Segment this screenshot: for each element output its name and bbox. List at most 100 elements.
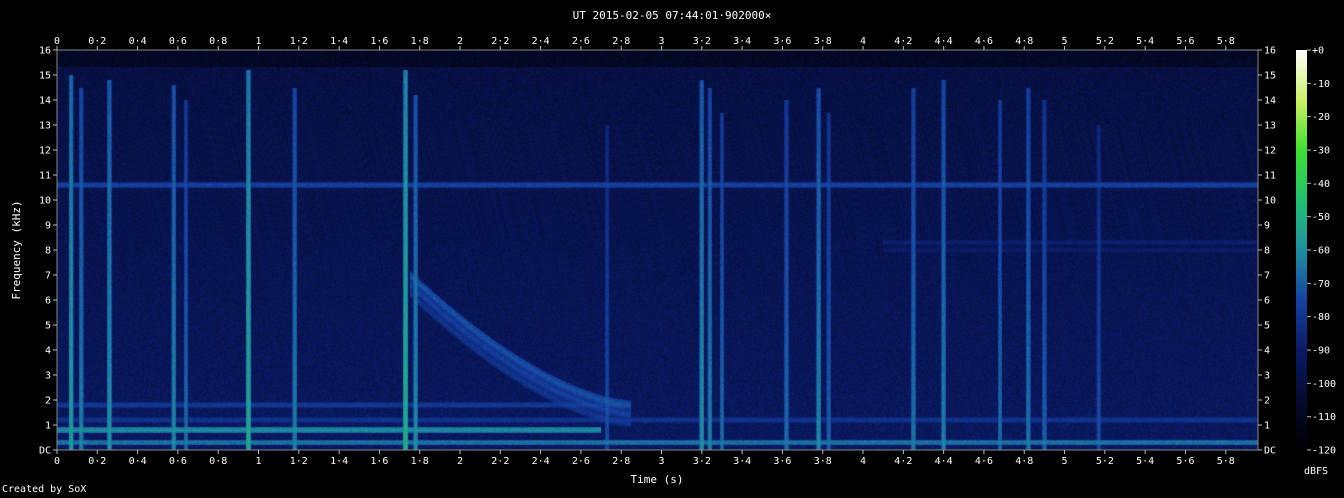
- x-tick-label-top: 5·2: [1096, 36, 1114, 47]
- x-tick-label-bottom: 4·4: [935, 456, 953, 467]
- colorbar-tick-label: -30: [1312, 146, 1330, 157]
- y-tick-label-left: 10: [39, 196, 51, 207]
- x-tick-label-bottom: 2·8: [612, 456, 630, 467]
- colorbar-tick-label: -80: [1312, 312, 1330, 323]
- y-axis-ticks-left: DC12345678910111213141516: [39, 46, 57, 457]
- spectrogram-figure: UT 2015-02-05 07:44:01·902000× 0 0 0·2 0·2 0…: [10, 9, 1336, 486]
- x-tick-label-bottom: 0·8: [209, 456, 227, 467]
- x-tick-label-bottom: 4·6: [975, 456, 993, 467]
- x-tick-label-bottom: 1·2: [290, 456, 308, 467]
- y-tick-label-left: 2: [45, 396, 51, 407]
- colorbar-tick-label: -90: [1312, 346, 1330, 357]
- colorbar-tick-label: -120: [1312, 446, 1336, 457]
- x-tick-label-top: 4·2: [894, 36, 912, 47]
- y-tick-label-left: 7: [45, 271, 51, 282]
- x-tick-label-top: 3·4: [733, 36, 751, 47]
- x-tick-label-top: 5·6: [1176, 36, 1194, 47]
- x-tick-label-top: 1·4: [330, 36, 348, 47]
- x-tick-label-top: 0·6: [169, 36, 187, 47]
- x-tick-label-top: 1·2: [290, 36, 308, 47]
- y-tick-label-right: 3: [1264, 371, 1270, 382]
- y-tick-label-left: 4: [45, 346, 51, 357]
- x-tick-label-top: 3: [659, 36, 665, 47]
- x-tick-label-bottom: 3·2: [693, 456, 711, 467]
- credit-text: Created by SoX: [2, 484, 87, 495]
- spectrogram-heatmap: [57, 50, 1258, 450]
- x-tick-label-top: 5·8: [1217, 36, 1235, 47]
- x-tick-label-bottom: 2·2: [491, 456, 509, 467]
- y-tick-label-right: 8: [1264, 246, 1270, 257]
- x-tick-label-bottom: 5·8: [1217, 456, 1235, 467]
- x-tick-label-bottom: 3·4: [733, 456, 751, 467]
- colorbar-tick-label: -110: [1312, 412, 1336, 423]
- colorbar-tick-label: -50: [1312, 212, 1330, 223]
- y-tick-label-left: 8: [45, 246, 51, 257]
- x-tick-label-bottom: 0·6: [169, 456, 187, 467]
- x-tick-label-bottom: 5·2: [1096, 456, 1114, 467]
- x-tick-label-top: 1·8: [411, 36, 429, 47]
- y-tick-label-left: 13: [39, 121, 51, 132]
- x-tick-label-top: 3·6: [773, 36, 791, 47]
- y-tick-label-left: 1: [45, 421, 51, 432]
- y-tick-label-right: 9: [1264, 221, 1270, 232]
- y-axis-ticks-right: DC12345678910111213141516: [1258, 46, 1276, 457]
- x-tick-label-bottom: 3·8: [814, 456, 832, 467]
- y-tick-label-right: 2: [1264, 396, 1270, 407]
- x-tick-label-top: 2·8: [612, 36, 630, 47]
- x-tick-label-top: 3·2: [693, 36, 711, 47]
- x-tick-label-bottom: 2: [457, 456, 463, 467]
- x-tick-label-top: 1: [255, 36, 261, 47]
- x-tick-label-bottom: 2·4: [532, 456, 550, 467]
- y-tick-label-right: 16: [1264, 46, 1276, 57]
- y-tick-label-right: 14: [1264, 96, 1276, 107]
- colorbar-tick-label: -60: [1312, 246, 1330, 257]
- x-tick-label-top: 2·2: [491, 36, 509, 47]
- x-tick-label-bottom: 1·8: [411, 456, 429, 467]
- x-tick-label-top: 0: [54, 36, 60, 47]
- y-tick-label-right: 15: [1264, 71, 1276, 82]
- x-tick-label-top: 2·6: [572, 36, 590, 47]
- y-tick-label-right: 7: [1264, 271, 1270, 282]
- x-tick-label-bottom: 5·6: [1176, 456, 1194, 467]
- x-tick-label-top: 0·4: [129, 36, 147, 47]
- x-tick-label-bottom: 1·6: [370, 456, 388, 467]
- x-tick-label-top: 4·6: [975, 36, 993, 47]
- x-tick-label-top: 4·8: [1015, 36, 1033, 47]
- x-tick-label-bottom: 0·2: [88, 456, 106, 467]
- y-tick-label-right: 12: [1264, 146, 1276, 157]
- x-tick-label-bottom: 5: [1062, 456, 1068, 467]
- x-tick-label-bottom: 3: [659, 456, 665, 467]
- x-tick-label-top: 5·4: [1136, 36, 1154, 47]
- x-tick-label-bottom: 0·4: [129, 456, 147, 467]
- x-tick-label-bottom: 2·6: [572, 456, 590, 467]
- y-tick-label-left: 6: [45, 296, 51, 307]
- colorbar-tick-label: -20: [1312, 112, 1330, 123]
- colorbar: [1296, 50, 1307, 450]
- y-tick-label-right: 1: [1264, 421, 1270, 432]
- y-axis-label: Frequency (kHz): [10, 200, 23, 299]
- colorbar-ticks: +0 -10 -20 -30 -40 -50 -60 -70 -80 -90 -100 -110 -12…: [1307, 46, 1336, 457]
- x-tick-label-bottom: 5·4: [1136, 456, 1154, 467]
- x-tick-label-top: 2·4: [532, 36, 550, 47]
- y-tick-label-left: DC: [39, 446, 51, 457]
- y-tick-label-left: 3: [45, 371, 51, 382]
- colorbar-tick-label: -40: [1312, 179, 1330, 190]
- y-tick-label-right: 6: [1264, 296, 1270, 307]
- x-tick-label-top: 5: [1062, 36, 1068, 47]
- y-tick-label-right: 4: [1264, 346, 1270, 357]
- colorbar-tick-label: +0: [1312, 46, 1324, 57]
- y-tick-label-left: 14: [39, 96, 51, 107]
- y-tick-label-left: 11: [39, 171, 51, 182]
- y-tick-label-left: 16: [39, 46, 51, 57]
- y-tick-label-left: 5: [45, 321, 51, 332]
- y-tick-label-right: 13: [1264, 121, 1276, 132]
- x-tick-label-bottom: 0: [54, 456, 60, 467]
- y-tick-label-right: 11: [1264, 171, 1276, 182]
- x-tick-label-bottom: 4·8: [1015, 456, 1033, 467]
- x-axis-label: Time (s): [631, 473, 684, 486]
- x-tick-label-top: 0·2: [88, 36, 106, 47]
- spectrogram-canvas-holder: [57, 50, 1258, 450]
- colorbar-tick-label: -70: [1312, 279, 1330, 290]
- y-tick-label-right: DC: [1264, 446, 1276, 457]
- x-tick-label-top: 4·4: [935, 36, 953, 47]
